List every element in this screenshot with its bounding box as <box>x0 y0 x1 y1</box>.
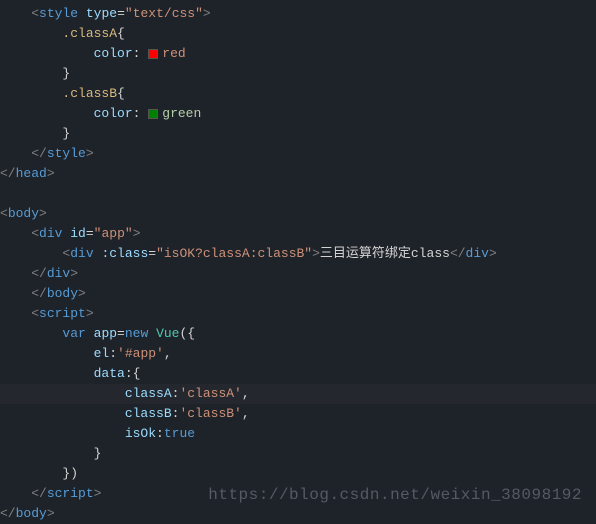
code-line: </div> <box>0 264 596 284</box>
code-line: el:'#app', <box>0 344 596 364</box>
code-line: color: red <box>0 44 596 64</box>
color-swatch-red <box>148 49 158 59</box>
code-line: .classB{ <box>0 84 596 104</box>
code-line: <div id="app"> <box>0 224 596 244</box>
code-line: <script> <box>0 304 596 324</box>
code-editor[interactable]: <style type="text/css"> .classA{ color: … <box>0 4 596 524</box>
code-line: classB:'classB', <box>0 404 596 424</box>
code-line: data:{ <box>0 364 596 384</box>
code-line: </style> <box>0 144 596 164</box>
code-line: classA:'classA', <box>0 384 596 404</box>
watermark-text: https://blog.csdn.net/weixin_38098192 <box>208 485 582 505</box>
code-line: } <box>0 64 596 84</box>
code-line: </body> <box>0 284 596 304</box>
code-line: } <box>0 444 596 464</box>
color-swatch-green <box>148 109 158 119</box>
code-line: <style type="text/css"> <box>0 4 596 24</box>
code-line: .classA{ <box>0 24 596 44</box>
code-line: <body> <box>0 204 596 224</box>
code-line: </body> <box>0 504 596 524</box>
code-line: }) <box>0 464 596 484</box>
code-line: color: green <box>0 104 596 124</box>
code-line: isOk:true <box>0 424 596 444</box>
code-line: var app=new Vue({ <box>0 324 596 344</box>
code-line <box>0 184 596 204</box>
code-line: } <box>0 124 596 144</box>
code-line: <div :class="isOK?classA:classB">三目运算符绑定… <box>0 244 596 264</box>
code-line: </head> <box>0 164 596 184</box>
